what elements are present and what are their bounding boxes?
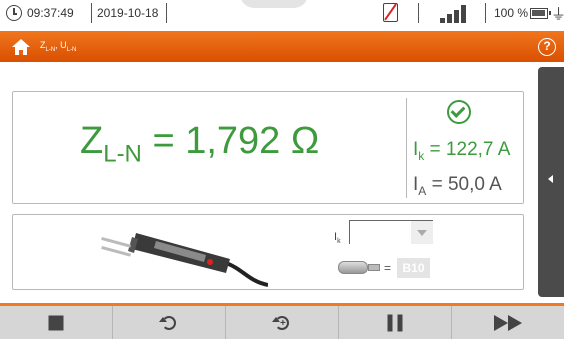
stop-icon: [48, 315, 64, 330]
home-icon[interactable]: [12, 39, 30, 55]
fuse-equals: =: [384, 261, 392, 275]
screen-title: ZL-N, UL-N: [40, 40, 77, 53]
signal-strength-icon: [440, 5, 470, 23]
no-memory-card-icon: [383, 3, 398, 22]
status-date: 2019-10-18: [97, 6, 159, 20]
plug-probe-image: [98, 229, 269, 289]
return-icon: [159, 315, 176, 330]
chevron-down-icon[interactable]: [411, 220, 433, 244]
main-result: ZL-N = 1,792 Ω: [80, 120, 320, 168]
return-plus-icon: +: [272, 315, 289, 330]
status-time: 09:37:49: [27, 6, 74, 20]
pause-icon: [387, 314, 403, 331]
pull-down-tab[interactable]: [240, 0, 308, 8]
stop-button[interactable]: [0, 306, 113, 339]
check-circle-icon: [447, 100, 471, 124]
power-plug-icon: ⏚: [551, 6, 564, 23]
divider: [91, 3, 92, 23]
help-button[interactable]: ?: [538, 38, 556, 56]
status-bar: 09:37:49 2019-10-18 100 % ⏚: [0, 0, 564, 28]
ik-select-label: Ik: [334, 231, 341, 246]
divider: [406, 98, 407, 198]
title-bar: ZL-N, UL-N ?: [0, 31, 564, 62]
pause-button[interactable]: [339, 306, 452, 339]
ia-result: IA = 50,0 A: [413, 174, 502, 198]
fast-forward-icon: [493, 314, 523, 331]
side-panel-toggle[interactable]: [538, 67, 564, 297]
ik-result: Ik = 122,7 A: [413, 139, 511, 163]
repeat-button[interactable]: [113, 306, 226, 339]
ik-multiplier-select[interactable]: [349, 220, 433, 244]
divider: [418, 3, 419, 23]
repeat-add-button[interactable]: +: [226, 306, 339, 339]
divider: [166, 3, 167, 23]
result-panel: ZL-N = 1,792 Ω Ik = 122,7 A IA = 50,0 A: [12, 91, 524, 204]
fast-forward-button[interactable]: [452, 306, 564, 339]
settings-panel: Ik = B10: [12, 214, 524, 290]
fuse-icon: [338, 259, 380, 277]
battery-icon: [530, 8, 551, 19]
fuse-type-field[interactable]: B10: [397, 258, 430, 278]
battery-percent: 100 %: [494, 6, 529, 20]
divider: [485, 3, 486, 23]
clock-icon: [6, 5, 22, 21]
bottom-toolbar: +: [0, 303, 564, 339]
ik-select-value[interactable]: [349, 220, 411, 244]
